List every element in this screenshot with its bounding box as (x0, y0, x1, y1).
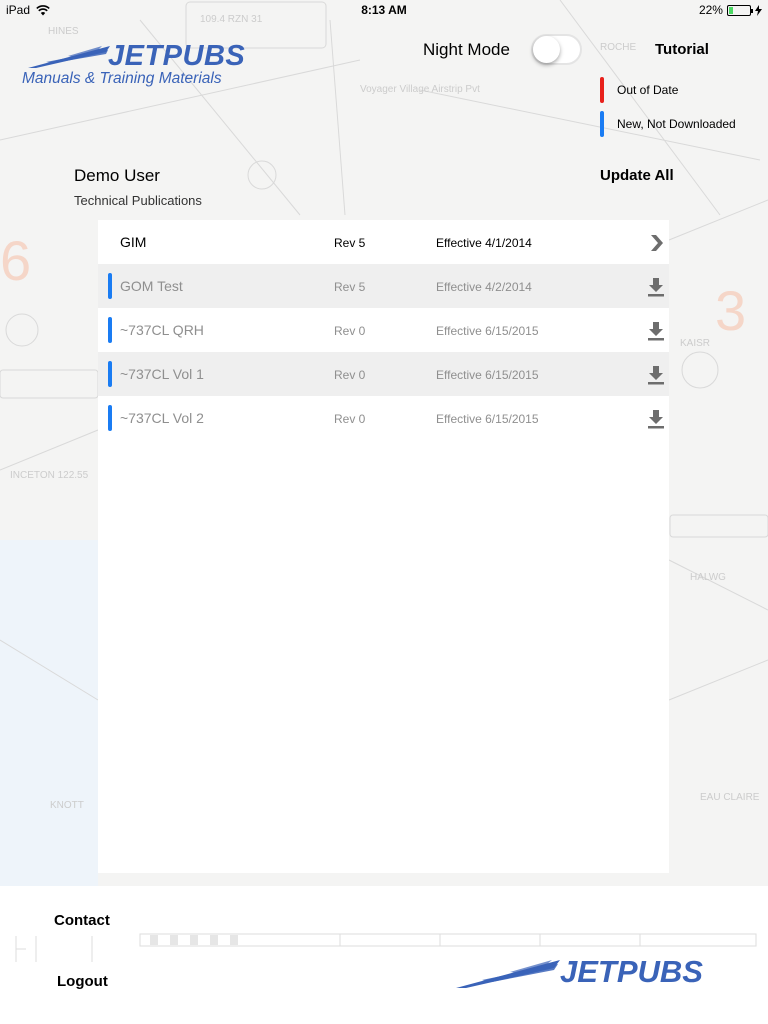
jet-logo-icon (28, 46, 110, 68)
legend-label: New, Not Downloaded (617, 117, 736, 131)
footer-logo-wordmark: JETPUBS (560, 954, 703, 989)
publication-effective-date: Effective 6/15/2015 (436, 368, 539, 382)
publication-effective-date: Effective 4/1/2014 (436, 236, 532, 250)
publication-title: GOM Test (120, 278, 183, 294)
publication-revision: Rev 0 (334, 368, 366, 382)
night-mode-label: Night Mode (423, 40, 510, 59)
publication-row[interactable]: GIM Rev 5 Effective 4/1/2014 (98, 220, 669, 264)
svg-text:6: 6 (0, 229, 31, 292)
legend-out-of-date: Out of Date (600, 77, 678, 103)
new-not-downloaded-marker (108, 317, 112, 343)
download-icon[interactable] (647, 277, 665, 297)
svg-text:Voyager Village Airstrip Pvt: Voyager Village Airstrip Pvt (360, 84, 480, 95)
download-icon[interactable] (647, 321, 665, 341)
user-organization: Technical Publications (74, 193, 202, 208)
svg-text:EAU CLAIRE: EAU CLAIRE (700, 792, 760, 803)
wifi-icon (36, 4, 50, 15)
logo-tagline: Manuals & Training Materials (22, 70, 222, 87)
publication-revision: Rev 0 (334, 324, 366, 338)
battery-level (728, 6, 734, 14)
toggle-knob (533, 36, 560, 63)
publication-revision: Rev 5 (334, 236, 366, 250)
jet-logo-icon (456, 960, 560, 988)
status-time: 8:13 AM (361, 3, 407, 17)
status-left: iPad (6, 3, 126, 17)
battery-percent: 22% (698, 3, 723, 17)
device-name: iPad (6, 3, 31, 17)
charging-icon (754, 4, 762, 16)
chevron-right-icon[interactable] (647, 233, 665, 253)
publication-title: ~737CL Vol 1 (120, 366, 204, 382)
publication-effective-date: Effective 6/15/2015 (436, 412, 539, 426)
logout-button[interactable]: Logout (57, 973, 108, 990)
svg-text:HINES: HINES (48, 26, 79, 37)
publication-row[interactable]: ~737CL QRH Rev 0 Effective 6/15/2015 (98, 308, 669, 352)
download-icon[interactable] (647, 365, 665, 385)
logo-wordmark: JETPUBS (108, 40, 246, 72)
legend-marker (600, 77, 604, 103)
publication-row[interactable]: ~737CL Vol 1 Rev 0 Effective 6/15/2015 (98, 352, 669, 396)
publication-row[interactable]: ~737CL Vol 2 Rev 0 Effective 6/15/2015 (98, 396, 669, 440)
footer-jetpubs-logo: JETPUBS (456, 954, 746, 994)
night-mode-toggle[interactable] (531, 34, 582, 65)
download-icon[interactable] (647, 409, 665, 429)
user-name: Demo User (74, 166, 160, 185)
status-right: 22% (642, 3, 762, 17)
legend-label: Out of Date (617, 83, 679, 97)
jetpubs-logo: JETPUBS Manuals & Training Materials (22, 40, 262, 90)
publication-revision: Rev 5 (334, 280, 366, 294)
publication-revision: Rev 0 (334, 412, 366, 426)
publications-list: GIM Rev 5 Effective 4/1/2014 GOM Test Re… (98, 220, 669, 873)
status-bar: iPad 8:13 AM 22% (0, 0, 768, 20)
publication-title: GIM (120, 234, 147, 250)
update-all-button[interactable]: Update All (600, 167, 674, 184)
tutorial-button[interactable]: Tutorial (655, 41, 709, 58)
new-not-downloaded-marker (108, 273, 112, 299)
svg-text:KNOTT: KNOTT (50, 800, 84, 811)
legend-new-not-downloaded: New, Not Downloaded (600, 111, 736, 137)
publication-effective-date: Effective 4/2/2014 (436, 280, 532, 294)
battery-icon (726, 4, 753, 16)
publication-title: ~737CL QRH (120, 322, 204, 338)
svg-text:KAISR: KAISR (680, 338, 710, 349)
svg-text:ROCHE: ROCHE (600, 42, 636, 53)
publication-title: ~737CL Vol 2 (120, 410, 204, 426)
legend-marker (600, 111, 604, 137)
publication-row[interactable]: GOM Test Rev 5 Effective 4/2/2014 (98, 264, 669, 308)
svg-text:INCETON 122.55: INCETON 122.55 (10, 470, 89, 481)
svg-text:HALWG: HALWG (690, 572, 726, 583)
svg-text:3: 3 (715, 279, 746, 342)
new-not-downloaded-marker (108, 361, 112, 387)
contact-button[interactable]: Contact (54, 912, 110, 929)
new-not-downloaded-marker (108, 405, 112, 431)
publication-effective-date: Effective 6/15/2015 (436, 324, 539, 338)
